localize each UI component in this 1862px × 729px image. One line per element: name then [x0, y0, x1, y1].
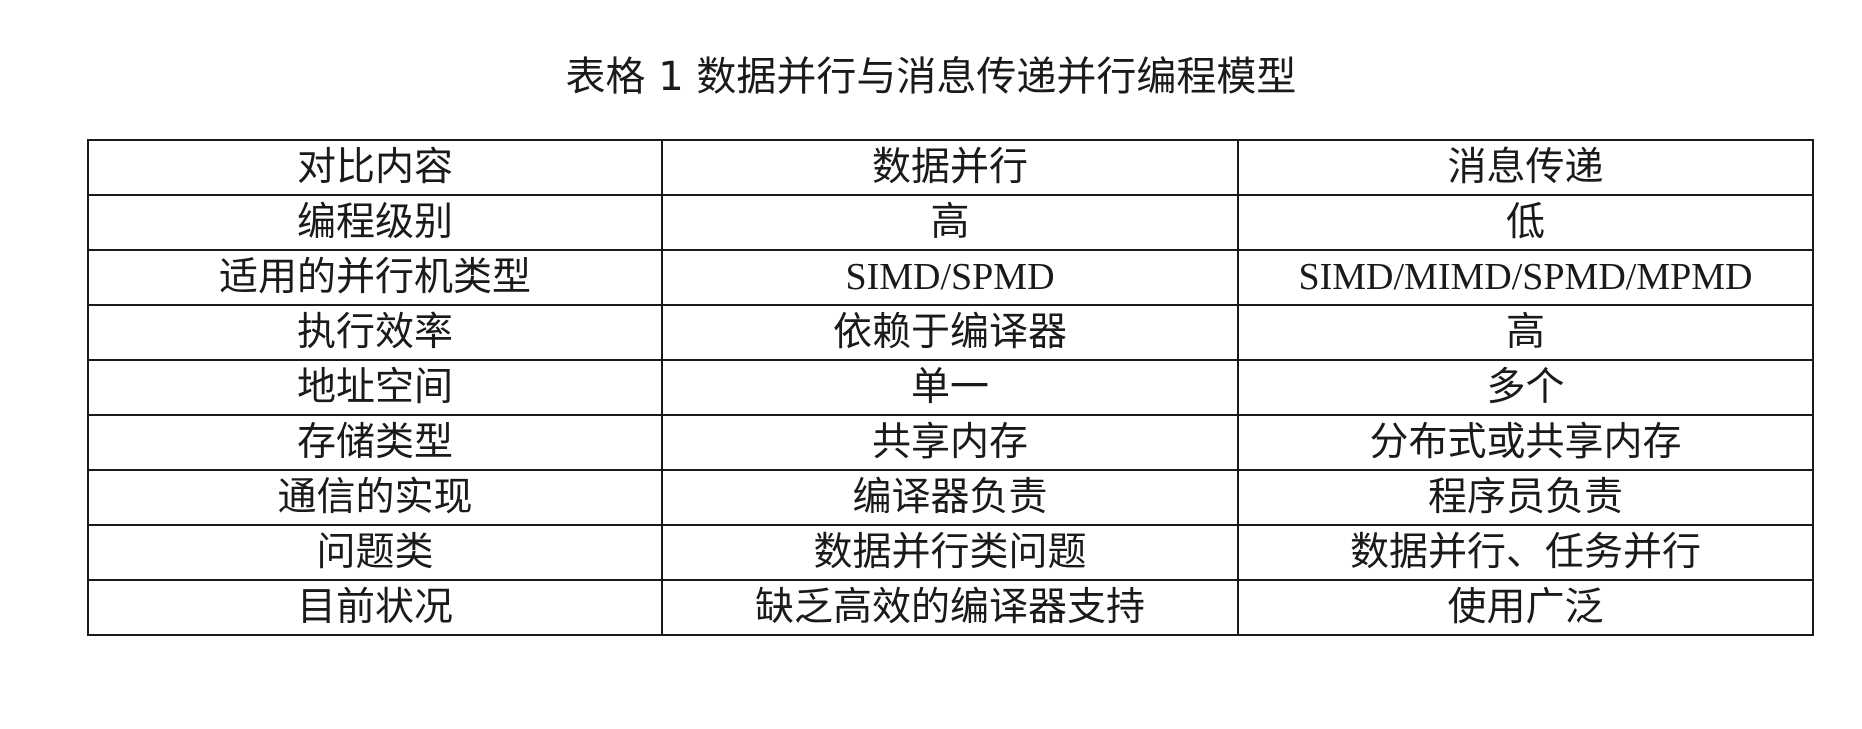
- header-cell-message-passing: 消息传递: [1237, 139, 1814, 196]
- comparison-table: 对比内容 数据并行 消息传递 编程级别 高 低 适用的并行机类型 SIMD/SP…: [87, 139, 1814, 636]
- row-label-cell: 地址空间: [87, 359, 663, 416]
- table-row: 目前状况 缺乏高效的编译器支持 使用广泛: [87, 579, 1814, 636]
- table-row: 通信的实现 编译器负责 程序员负责: [87, 469, 1814, 526]
- table-row: 执行效率 依赖于编译器 高: [87, 304, 1814, 361]
- message-passing-cell: 数据并行、任务并行: [1237, 524, 1814, 581]
- row-label-cell: 存储类型: [87, 414, 663, 471]
- table-caption: 表格 1 数据并行与消息传递并行编程模型: [565, 54, 1297, 100]
- data-parallel-cell: 编译器负责: [661, 469, 1239, 526]
- data-parallel-cell: 单一: [661, 359, 1239, 416]
- message-passing-cell: 多个: [1237, 359, 1814, 416]
- header-cell-data-parallel: 数据并行: [661, 139, 1239, 196]
- row-label-cell: 编程级别: [87, 194, 663, 251]
- table-row: 存储类型 共享内存 分布式或共享内存: [87, 414, 1814, 471]
- row-label-cell: 执行效率: [87, 304, 663, 361]
- row-label-cell: 适用的并行机类型: [87, 249, 663, 306]
- row-label-cell: 目前状况: [87, 579, 663, 636]
- table-row: 适用的并行机类型 SIMD/SPMD SIMD/MIMD/SPMD/MPMD: [87, 249, 1814, 306]
- message-passing-cell: SIMD/MIMD/SPMD/MPMD: [1237, 249, 1814, 306]
- data-parallel-cell: SIMD/SPMD: [661, 249, 1239, 306]
- data-parallel-cell: 高: [661, 194, 1239, 251]
- table-header-row: 对比内容 数据并行 消息传递: [87, 139, 1814, 196]
- message-passing-cell: 低: [1237, 194, 1814, 251]
- table-row: 问题类 数据并行类问题 数据并行、任务并行: [87, 524, 1814, 581]
- message-passing-cell: 分布式或共享内存: [1237, 414, 1814, 471]
- data-parallel-cell: 共享内存: [661, 414, 1239, 471]
- message-passing-cell: 程序员负责: [1237, 469, 1814, 526]
- data-parallel-cell: 依赖于编译器: [661, 304, 1239, 361]
- table-row: 地址空间 单一 多个: [87, 359, 1814, 416]
- message-passing-cell: 高: [1237, 304, 1814, 361]
- table-row: 编程级别 高 低: [87, 194, 1814, 251]
- row-label-cell: 问题类: [87, 524, 663, 581]
- message-passing-cell: 使用广泛: [1237, 579, 1814, 636]
- data-parallel-cell: 数据并行类问题: [661, 524, 1239, 581]
- header-cell-criteria: 对比内容: [87, 139, 663, 196]
- data-parallel-cell: 缺乏高效的编译器支持: [661, 579, 1239, 636]
- row-label-cell: 通信的实现: [87, 469, 663, 526]
